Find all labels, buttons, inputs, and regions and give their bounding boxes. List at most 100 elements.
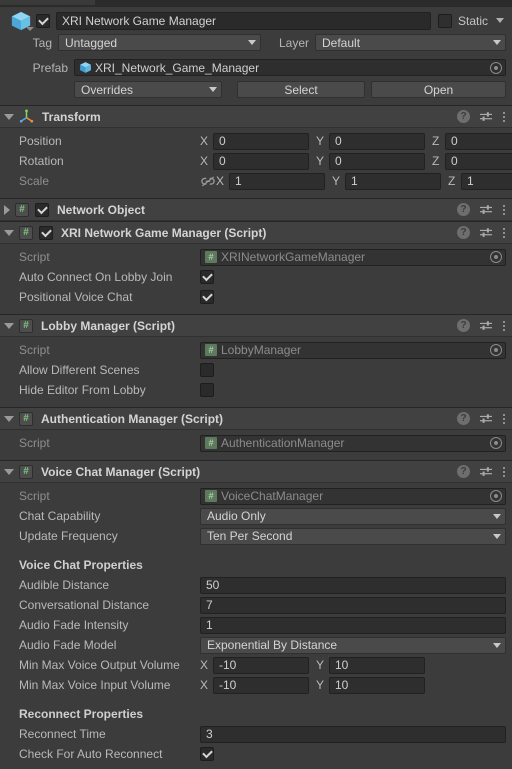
rotation-y-input[interactable]: 0: [329, 152, 425, 170]
conversational-distance-input[interactable]: 7: [200, 596, 506, 614]
static-checkbox[interactable]: [437, 13, 452, 28]
audio-fade-model-dropdown[interactable]: Exponential By Distance: [200, 636, 506, 654]
gameobject-header: XRI Network Game Manager Static Tag Unta…: [0, 7, 512, 106]
audible-distance-input[interactable]: 50: [200, 576, 506, 594]
select-button[interactable]: Select: [237, 81, 365, 98]
allow-different-scenes-checkbox[interactable]: [200, 363, 214, 377]
chat-capability-dropdown[interactable]: Audio Only: [200, 507, 506, 525]
help-icon[interactable]: ?: [457, 412, 470, 425]
kebab-menu-icon[interactable]: [502, 466, 506, 477]
layer-dropdown[interactable]: Default: [315, 34, 506, 51]
overrides-dropdown[interactable]: Overrides: [74, 81, 222, 98]
component-body-xri-network-game-manager-script: Script XRINetworkGameManager Auto Connect …: [0, 244, 512, 314]
help-icon[interactable]: ?: [457, 203, 470, 216]
component-title: XRI Network Game Manager (Script): [61, 225, 267, 240]
rotation-x-input[interactable]: 0: [213, 152, 309, 170]
scale-x-input[interactable]: 1: [229, 172, 325, 190]
object-picker-icon[interactable]: [490, 344, 502, 356]
component-header-network-object[interactable]: # Network Object?: [0, 199, 512, 221]
check-for-auto-reconnect-checkbox[interactable]: [200, 747, 214, 761]
positional-voice-chat-checkbox[interactable]: [200, 290, 214, 304]
kebab-menu-icon[interactable]: [502, 320, 506, 331]
tag-dropdown[interactable]: Untagged: [58, 34, 261, 51]
min-max-voice-input-volume-x-input[interactable]: -10: [213, 676, 309, 694]
property-row: Script LobbyManager: [6, 341, 506, 359]
component-enabled-checkbox[interactable]: [39, 225, 53, 240]
gameobject-enabled-checkbox[interactable]: [36, 13, 50, 28]
min-max-voice-input-volume-y-input[interactable]: 10: [329, 676, 425, 694]
property-label: Audible Distance: [19, 578, 110, 592]
property-value: 7: [200, 596, 506, 614]
position-x-input[interactable]: 0: [213, 132, 309, 150]
property-label: Auto Connect On Lobby Join: [19, 270, 173, 284]
foldout-arrow-icon[interactable]: [4, 322, 14, 329]
kebab-menu-icon[interactable]: [502, 111, 506, 122]
help-icon[interactable]: ?: [457, 465, 470, 478]
auto-connect-on-lobby-join-checkbox[interactable]: [200, 270, 214, 284]
prefab-value: XRI_Network_Game_Manager: [95, 60, 260, 75]
script-object-field[interactable]: XRINetworkGameManager: [200, 248, 506, 266]
preset-icon: [480, 204, 492, 214]
gameobject-name-input[interactable]: XRI Network Game Manager: [56, 11, 431, 30]
gameobject-icon-caret[interactable]: [26, 26, 34, 31]
kebab-menu-icon[interactable]: [502, 227, 506, 238]
gameobject-icon-wrap[interactable]: [6, 10, 36, 32]
foldout-arrow-icon[interactable]: [4, 204, 10, 215]
script-object-field[interactable]: LobbyManager: [200, 341, 506, 359]
component-body-transform: Position X 0 Y 0 Z 0 Rotation X 0 Y 0 Z 0 Scale X 1 Y 1 Z 1: [0, 128, 512, 198]
object-picker-icon[interactable]: [490, 490, 502, 502]
property-value: [200, 383, 506, 397]
inspector-tab[interactable]: [0, 0, 95, 5]
foldout-arrow-icon[interactable]: [4, 415, 14, 422]
property-row: Script AuthenticationManager: [6, 434, 506, 452]
help-icon[interactable]: ?: [457, 110, 470, 123]
position-y-input[interactable]: 0: [329, 132, 425, 150]
component-header-voice-chat-manager-script[interactable]: # Voice Chat Manager (Script)?: [0, 461, 512, 483]
property-value: X0Y0Z0: [200, 152, 512, 170]
script-icon: #: [19, 225, 33, 240]
property-row: Check For Auto Reconnect: [6, 745, 506, 763]
scale-y-input[interactable]: 1: [345, 172, 441, 190]
scale-link-icon[interactable]: [200, 175, 216, 187]
component-title: Lobby Manager (Script): [41, 318, 176, 333]
help-icon[interactable]: ?: [457, 226, 470, 239]
object-picker-icon[interactable]: [490, 251, 502, 263]
component-header-authentication-manager-script[interactable]: # Authentication Manager (Script)?: [0, 408, 512, 430]
property-label: Rotation: [19, 154, 64, 168]
open-button[interactable]: Open: [371, 81, 506, 98]
kebab-menu-icon[interactable]: [502, 204, 506, 215]
update-frequency-dropdown[interactable]: Ten Per Second: [200, 527, 506, 545]
kebab-menu-icon[interactable]: [502, 413, 506, 424]
component-header-transform[interactable]: Transform?: [0, 106, 512, 128]
static-dropdown-caret[interactable]: [496, 18, 504, 23]
reconnect-time-input[interactable]: 3: [200, 725, 506, 743]
unity-inspector-panel: XRI Network Game Manager Static Tag Unta…: [0, 0, 512, 769]
object-picker-icon[interactable]: [490, 61, 502, 74]
audio-fade-intensity-input[interactable]: 1: [200, 616, 506, 634]
script-object-field[interactable]: AuthenticationManager: [200, 434, 506, 452]
foldout-arrow-icon[interactable]: [4, 229, 14, 236]
hide-editor-from-lobby-checkbox[interactable]: [200, 383, 214, 397]
property-row: Audio Fade Model Exponential By Distance: [6, 636, 506, 654]
rotation-z-input[interactable]: 0: [445, 152, 512, 170]
script-icon: #: [15, 202, 29, 217]
property-row: Positional Voice Chat: [6, 288, 506, 306]
script-object-field[interactable]: VoiceChatManager: [200, 487, 506, 505]
scale-z-input[interactable]: 1: [461, 172, 512, 190]
tag-label: Tag: [32, 35, 52, 50]
component-header-lobby-manager-script[interactable]: # Lobby Manager (Script)?: [0, 315, 512, 337]
position-z-input[interactable]: 0: [445, 132, 512, 150]
min-max-voice-output-volume-y-input[interactable]: 10: [329, 656, 425, 674]
component-authentication-manager-script: # Authentication Manager (Script)? Script A…: [0, 408, 512, 461]
foldout-arrow-icon[interactable]: [4, 113, 14, 120]
min-max-voice-output-volume-x-input[interactable]: -10: [213, 656, 309, 674]
component-lobby-manager-script: # Lobby Manager (Script)? Script LobbyManag…: [0, 315, 512, 408]
property-label: Script: [19, 250, 50, 264]
prefab-object-field[interactable]: XRI_Network_Game_Manager: [74, 59, 506, 76]
component-header-xri-network-game-manager-script[interactable]: # XRI Network Game Manager (Script)?: [0, 222, 512, 244]
component-enabled-checkbox[interactable]: [35, 202, 49, 217]
foldout-arrow-icon[interactable]: [4, 468, 14, 475]
help-icon[interactable]: ?: [457, 319, 470, 332]
script-asset-icon: [205, 344, 217, 356]
object-picker-icon[interactable]: [490, 437, 502, 449]
